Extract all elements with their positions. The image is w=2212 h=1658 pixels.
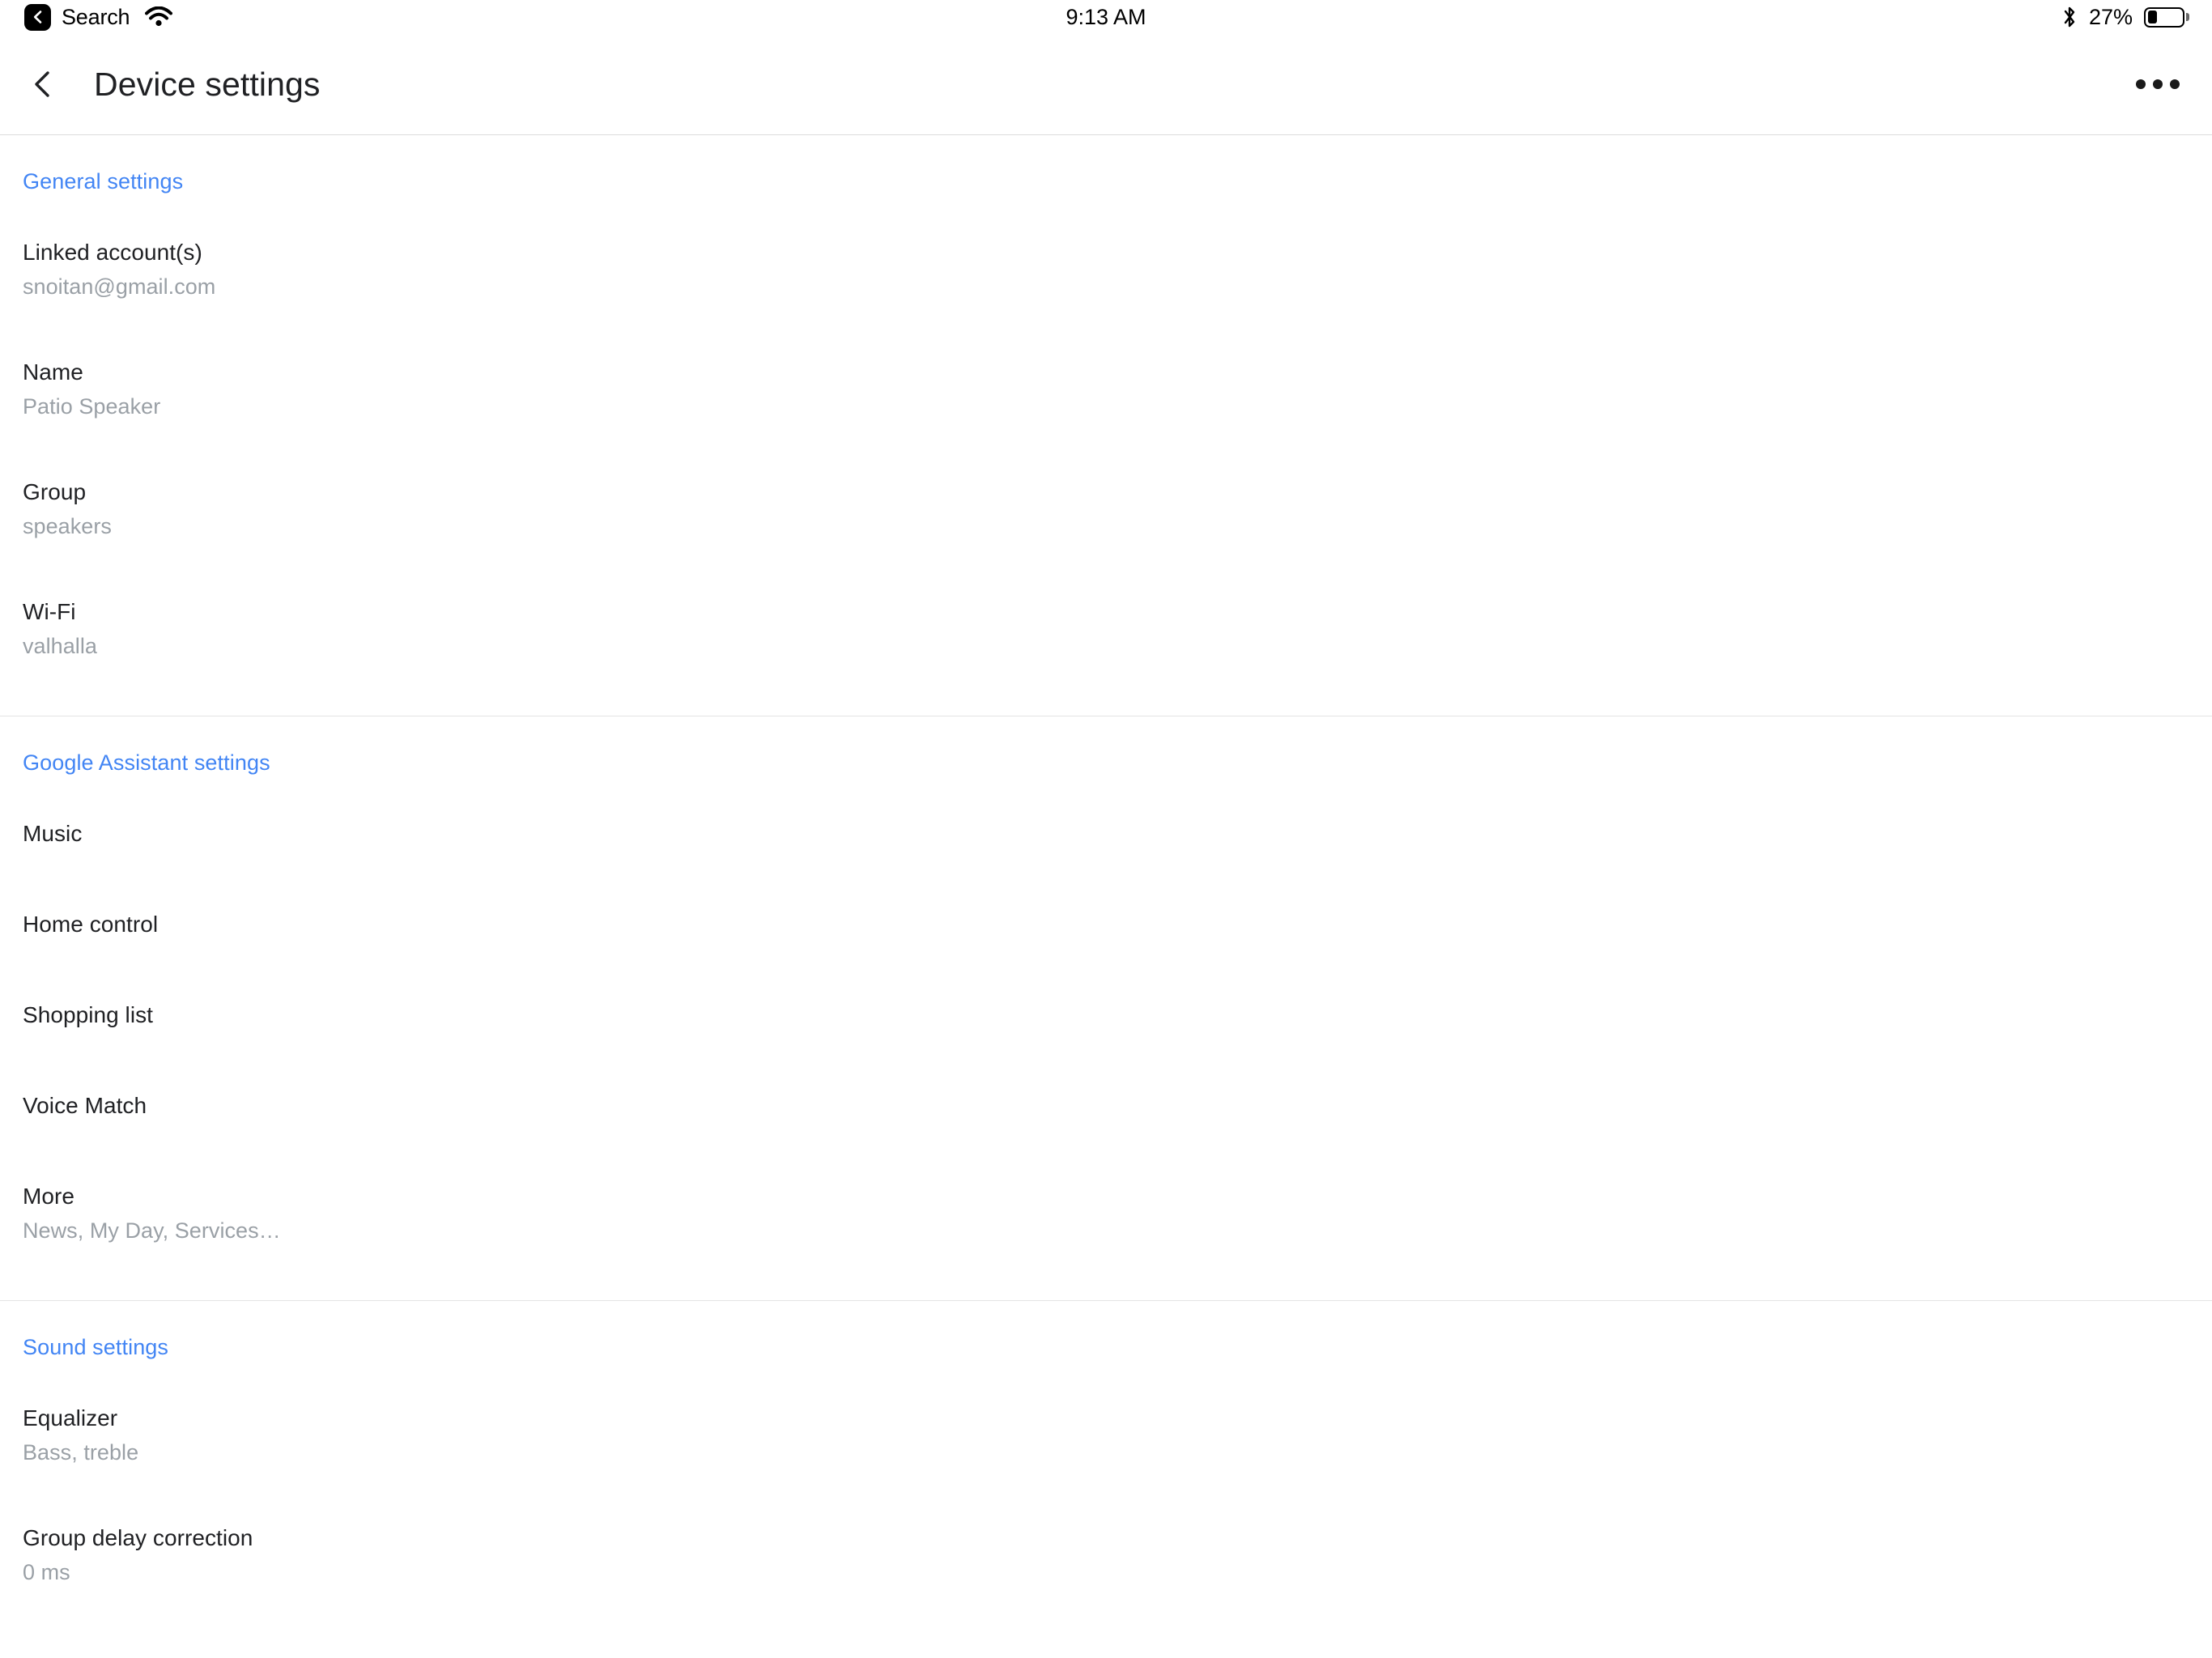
- list-item-title: Home control: [23, 912, 159, 937]
- list-item[interactable]: Shopping list: [0, 1004, 2212, 1027]
- status-bar-left: Search: [24, 0, 173, 34]
- battery-percentage-label: 27%: [2088, 4, 2133, 29]
- status-bar-right: 27%: [2061, 0, 2189, 34]
- status-bar-back-label[interactable]: Search: [62, 5, 130, 30]
- app-header: Device settings: [0, 34, 2212, 135]
- status-bar-clock: 9:13 AM: [1066, 4, 1146, 29]
- list-item-title: Voice Match: [23, 1093, 147, 1118]
- list-item-subtitle: snoitan@gmail.com: [23, 274, 216, 299]
- list-item-title: Equalizer: [23, 1405, 118, 1431]
- list-item-title: More: [23, 1184, 74, 1209]
- back-chevron-icon[interactable]: [15, 55, 73, 113]
- page-title: Device settings: [94, 65, 321, 103]
- list-item-subtitle: speakers: [23, 514, 112, 538]
- status-bar: Search 9:13 AM 27%: [0, 0, 2212, 34]
- list-item[interactable]: Group delay correction 0 ms: [0, 1527, 2212, 1584]
- section-header-2: Google Assistant settings: [23, 750, 270, 775]
- list-item[interactable]: Name Patio Speaker: [0, 361, 2212, 418]
- list-item-title: Shopping list: [23, 1002, 153, 1027]
- battery-icon: [2144, 6, 2189, 28]
- back-chevron-badge-icon[interactable]: [24, 3, 51, 31]
- list-item[interactable]: Music: [0, 823, 2212, 845]
- section-header-3: Sound settings: [23, 1335, 169, 1359]
- list-item-title: Group delay correction: [23, 1525, 253, 1550]
- list-item-title: Linked account(s): [23, 240, 202, 265]
- list-item-title: Group: [23, 479, 87, 504]
- list-item[interactable]: More News, My Day, Services…: [0, 1185, 2212, 1242]
- settings-section: Google Assistant settings Music Home contr…: [0, 716, 2212, 1300]
- list-item-subtitle: valhalla: [23, 634, 97, 658]
- status-bar-center: 9:13 AM: [0, 0, 2212, 34]
- list-item-subtitle: 0 ms: [23, 1560, 70, 1584]
- list-item[interactable]: Wi-Fi valhalla: [0, 601, 2212, 657]
- wifi-icon: [145, 6, 173, 28]
- section-header-1: General settings: [23, 169, 184, 193]
- settings-list: General settings Linked account(s) snoitan…: [0, 135, 2212, 1642]
- overflow-menu-icon[interactable]: [2128, 54, 2188, 114]
- bluetooth-icon: [2061, 5, 2078, 29]
- list-item[interactable]: Home control: [0, 913, 2212, 936]
- list-item-title: Music: [23, 821, 83, 846]
- list-item[interactable]: Equalizer Bass, treble: [0, 1407, 2212, 1464]
- list-item-title: Name: [23, 359, 83, 385]
- list-item[interactable]: Voice Match: [0, 1095, 2212, 1117]
- settings-section: General settings Linked account(s) snoitan…: [0, 135, 2212, 716]
- list-item-subtitle: News, My Day, Services…: [23, 1218, 281, 1243]
- list-item-title: Wi-Fi: [23, 599, 76, 624]
- list-item-subtitle: Bass, treble: [23, 1440, 139, 1465]
- list-item[interactable]: Group speakers: [0, 481, 2212, 538]
- list-item-subtitle: Patio Speaker: [23, 394, 161, 419]
- settings-section: Sound settings Equalizer Bass, treble Group…: [0, 1300, 2212, 1642]
- list-item[interactable]: Linked account(s) snoitan@gmail.com: [0, 241, 2212, 298]
